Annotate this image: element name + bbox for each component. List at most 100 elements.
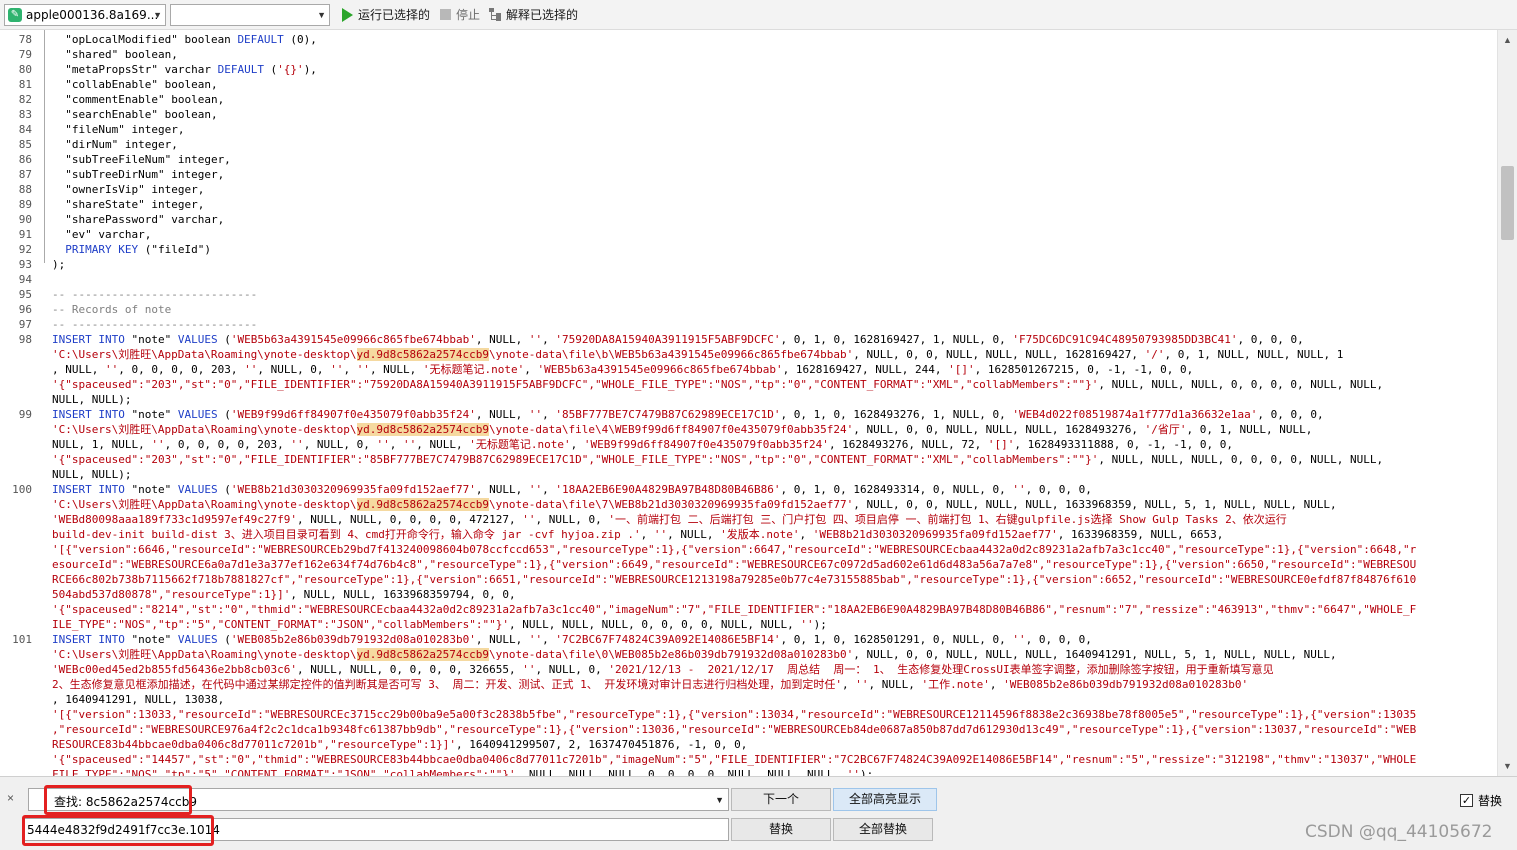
highlight-all-button[interactable]: 全部高亮显示 [833,788,937,811]
code-token: , [989,678,1004,691]
run-selected-button[interactable]: 运行已选择的 [338,4,434,26]
line-number: 83 [18,108,32,121]
code-token: build-dev-init build-dist 3、进入项目目录可看到 4、… [52,528,641,541]
code-token: , [542,408,556,421]
code-token: "opLocalModified" boolean [52,33,238,46]
database-select[interactable]: ✎ apple000136.8a169... ▼ [4,3,166,26]
code-line: -- ---------------------------- [52,317,1492,332]
code-token: , 0, 0, 0, 0, 203, [118,363,245,376]
code-token: "searchEnable" boolean, [52,108,218,121]
find-annotation-box [44,785,192,815]
replace-all-button[interactable]: 全部替换 [833,818,933,841]
line-number: 88 [18,183,32,196]
code-token: '' [403,438,417,451]
stop-icon [440,9,452,20]
code-token: '' [800,618,814,631]
chevron-down-icon[interactable]: ▼ [715,795,724,805]
code-token: , NULL, [52,363,105,376]
code-line: 2、生态修复意见框添加描述，在代码中通过某绑定控件的值判断其是否可写 3、 周二… [52,677,1492,692]
find-next-button[interactable]: 下一个 [731,788,831,811]
schema-select[interactable]: ▼ [170,3,330,26]
code-token: '2021/12/13 - 2021/12/17 周总结 周一： 1、 生态修复… [608,663,1274,676]
code-token: , NULL, [868,678,922,691]
code-line: -- Records of note [52,302,1492,317]
code-token: VALUES [177,633,218,646]
code-token: ), [303,63,317,76]
code-token: '85BF777BE7C7479B87C62989ECE17C1D' [555,408,781,421]
code-token: , 0, 1, 0, 1628501291, 0, NULL, 0, [780,633,1013,646]
scrollbar-thumb[interactable] [1501,166,1514,240]
stop-button[interactable]: 停止 [436,4,484,26]
code-content[interactable]: "opLocalModified" boolean DEFAULT (0), "… [52,30,1493,776]
code-token: INSERT INTO [52,633,125,646]
code-token: '' [1012,483,1026,496]
scroll-down-icon[interactable]: ▼ [1498,758,1517,774]
code-token: , 0, 1, NULL, NULL, NULL, 1 [1164,348,1344,361]
code-line: NULL, 1, NULL, '', 0, 0, 0, 0, 203, '', … [52,437,1492,452]
code-token: esourceId":"WEBRESOURCE6a0a7d1e3a377ef16… [52,558,1417,571]
code-token: "ownerIsVip" integer, [52,183,205,196]
code-token: '{"spaceused":"203","st":"0","FILE_IDENT… [52,378,1099,391]
code-token: '' [528,408,543,421]
code-token: DEFAULT [217,63,264,76]
replace-button[interactable]: 替换 [731,818,831,841]
sql-editor[interactable]: 78 79 80 81 82 83 84 85 86 87 88 89 90 91 92 93 94 95 96 97… [0,30,1497,776]
code-token: , 1640941291, NULL, 13038, [52,693,225,706]
code-token: , NULL, NULL, 1633968359794, 0, 0, [290,588,516,601]
code-token: PRIMARY KEY [52,243,139,256]
code-token: , NULL, [475,333,529,346]
code-token: , 0, 1, 0, 1628493276, 1, NULL, 0, [780,408,1013,421]
explain-selected-label: 解释已选择的 [506,8,579,22]
code-token: , 0, 1, 0, 1628493314, 0, NULL, 0, [780,483,1013,496]
code-token: ("fileId") [138,243,211,256]
code-token: , 0, 0, 0, [1025,483,1092,496]
code-token: '' [653,528,668,541]
checkbox-check-icon[interactable]: ✓ [1460,794,1473,807]
code-token: , NULL, 0, [257,363,331,376]
line-number: 94 [18,273,32,286]
code-token: 'C:\Users\刘胜旺\AppData\Roaming\ynote-desk… [52,648,357,661]
code-token: '{"spaceused":"203","st":"0","FILE_IDENT… [52,453,1099,466]
code-token: , NULL, [475,483,529,496]
close-icon[interactable]: × [7,791,14,805]
code-token: '7C2BC67F74824C39A092E14086E5BF14' [555,633,781,646]
scroll-up-icon[interactable]: ▲ [1498,32,1517,48]
code-line: ILE_TYPE":"NOS","tp":"5","CONTENT_FORMAT… [52,617,1492,632]
code-token: VALUES [177,483,218,496]
code-token: NULL, 1, NULL, [52,438,152,451]
search-highlight: yd.9d8c5862a2574ccb9 [356,498,489,511]
line-number: 91 [18,228,32,241]
line-number: 78 [18,33,32,46]
line-number: 86 [18,153,32,166]
code-token: 'WEB085b2e86b039db791932d08a010283b0' [1003,678,1249,691]
code-token: , NULL, 0, [303,438,377,451]
code-token: '/' [1144,348,1165,361]
code-line: FILE_TYPE":"NOS","tp":"5","CONTENT_FORMA… [52,767,1492,776]
line-number: 97 [18,318,32,331]
code-token: FILE_TYPE":"NOS","tp":"5","CONTENT_FORMA… [52,768,516,776]
code-token: '' [330,363,344,376]
code-token: '' [290,438,304,451]
replace-checkbox[interactable]: ✓ 替换 [1460,792,1502,809]
code-line: 'C:\Users\刘胜旺\AppData\Roaming\ynote-desk… [52,347,1492,362]
code-token: , NULL, [416,438,470,451]
code-token: , 1640941299507, 2, 1637470451876, -1, 0… [455,738,748,751]
code-token: INSERT INTO [52,483,125,496]
line-number-gutter: 78 79 80 81 82 83 84 85 86 87 88 89 90 91 92 93 94 95 96 97… [0,30,36,776]
code-token: '/省厅' [1144,423,1187,436]
code-line: "sharePassword" varchar, [52,212,1492,227]
vertical-scrollbar[interactable]: ▲ ▼ [1497,30,1517,776]
code-token: , [524,363,538,376]
code-token: \ynote-data\file\b\WEB5b63a4391545e09966… [488,348,854,361]
code-token: "collabEnable" boolean, [52,78,218,91]
code-token: "note" [124,333,178,346]
code-token: '[]' [948,363,975,376]
code-token: RESOURCE83b44bbcae0dba0406c8d77011c7201b… [52,738,456,751]
code-token: 'WEBd80098aaa189f733c1d9597ef49c27f9' [52,513,298,526]
code-token: "subTreeFileNum" integer, [52,153,231,166]
replace-checkbox-label: 替换 [1478,794,1503,808]
explain-selected-button[interactable]: 解释已选择的 [484,4,582,26]
line-number: 101 [12,633,32,646]
code-line: '{"spaceused":"203","st":"0","FILE_IDENT… [52,452,1492,467]
code-token: '' [522,513,536,526]
